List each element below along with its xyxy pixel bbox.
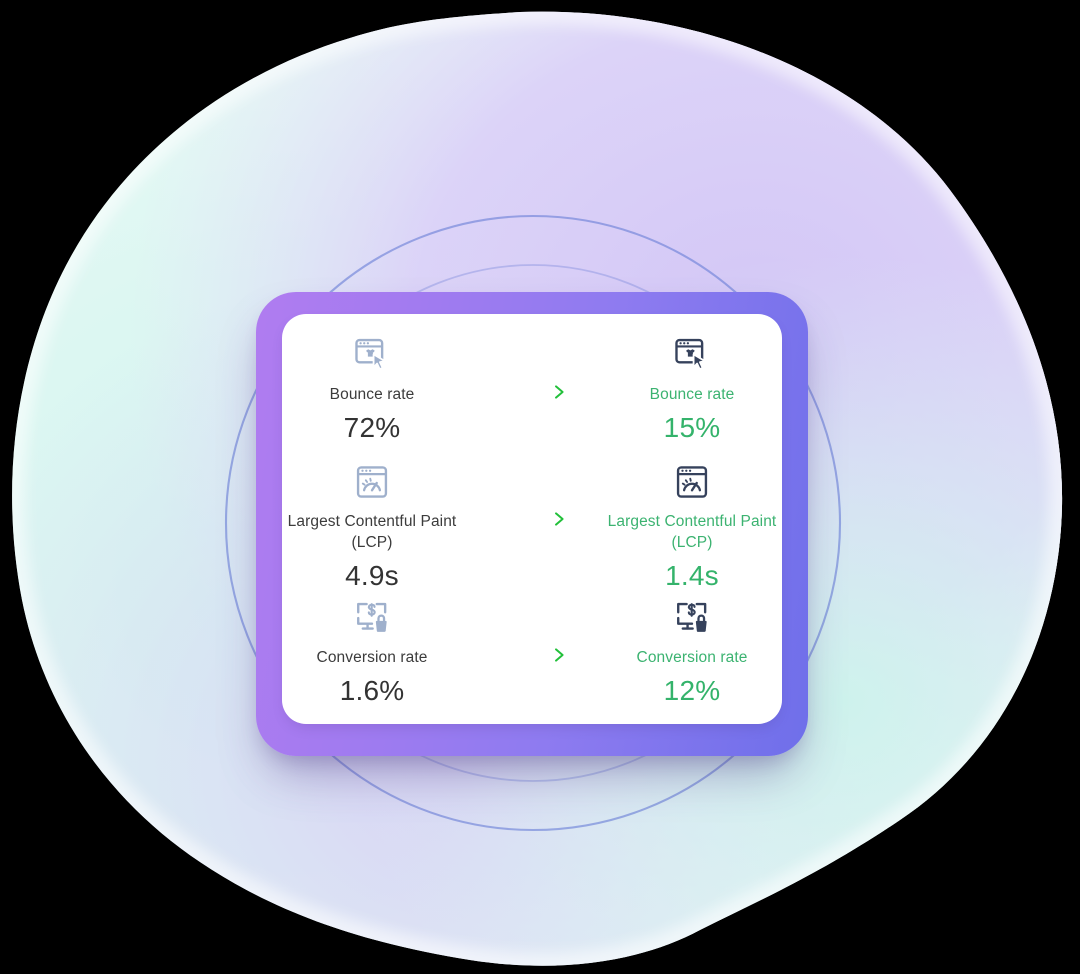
metric-value: 72% xyxy=(343,412,401,443)
metric-row-bounce-rate: Bounce rate 72% Bounce rate 15% xyxy=(282,334,782,461)
transition-arrow-conversion-rate xyxy=(462,597,602,663)
metrics-card: Bounce rate 72% Bounce rate 15% Largest … xyxy=(256,292,808,756)
metric-label: Largest Contentful Paint (LCP) xyxy=(607,513,777,552)
arrow-right-icon xyxy=(495,647,564,662)
arrow-right-icon xyxy=(495,512,564,527)
metric-label: Conversion rate xyxy=(316,648,428,666)
metric-label: Largest Contentful Paint (LCP) xyxy=(287,513,457,552)
transition-arrow-lcp xyxy=(462,461,602,527)
metric-value: 1.6% xyxy=(339,674,405,706)
metric-value: 1.4s xyxy=(665,560,719,592)
metric-before-bounce-rate: Bounce rate 72% xyxy=(282,334,462,445)
transition-arrow-bounce-rate xyxy=(462,334,602,400)
metric-label: Bounce rate xyxy=(329,386,415,403)
metric-before-lcp: Largest Contentful Paint (LCP) 4.9s xyxy=(282,461,462,593)
browser-product-cursor-icon xyxy=(355,338,387,371)
metric-before-conversion-rate: Conversion rate 1.6% xyxy=(282,597,462,708)
browser-product-cursor-icon xyxy=(675,338,707,371)
metric-row-lcp: Largest Contentful Paint (LCP) 4.9s Larg… xyxy=(282,461,782,596)
metric-label: Bounce rate xyxy=(649,386,735,403)
metric-after-lcp: Largest Contentful Paint (LCP) 1.4s xyxy=(602,461,782,593)
metric-value: 15% xyxy=(663,412,721,443)
browser-speedometer-icon xyxy=(356,466,388,499)
metric-value: 12% xyxy=(663,674,721,706)
browser-speedometer-icon xyxy=(676,466,708,499)
metric-value: 4.9s xyxy=(345,560,399,592)
monitor-dollar-bag-icon xyxy=(677,602,709,634)
arrow-right-icon xyxy=(495,385,564,399)
metric-label: Conversion rate xyxy=(636,648,748,666)
illustration-canvas: Bounce rate 72% Bounce rate 15% Largest … xyxy=(0,0,1080,974)
metric-after-conversion-rate: Conversion rate 12% xyxy=(602,597,782,708)
metrics-rows: Bounce rate 72% Bounce rate 15% Largest … xyxy=(282,314,782,724)
metric-after-bounce-rate: Bounce rate 15% xyxy=(602,334,782,445)
metric-row-conversion-rate: Conversion rate 1.6% Conversion rate 12% xyxy=(282,597,782,724)
monitor-dollar-bag-icon xyxy=(357,602,389,634)
metrics-card-surface: Bounce rate 72% Bounce rate 15% Largest … xyxy=(282,314,782,724)
